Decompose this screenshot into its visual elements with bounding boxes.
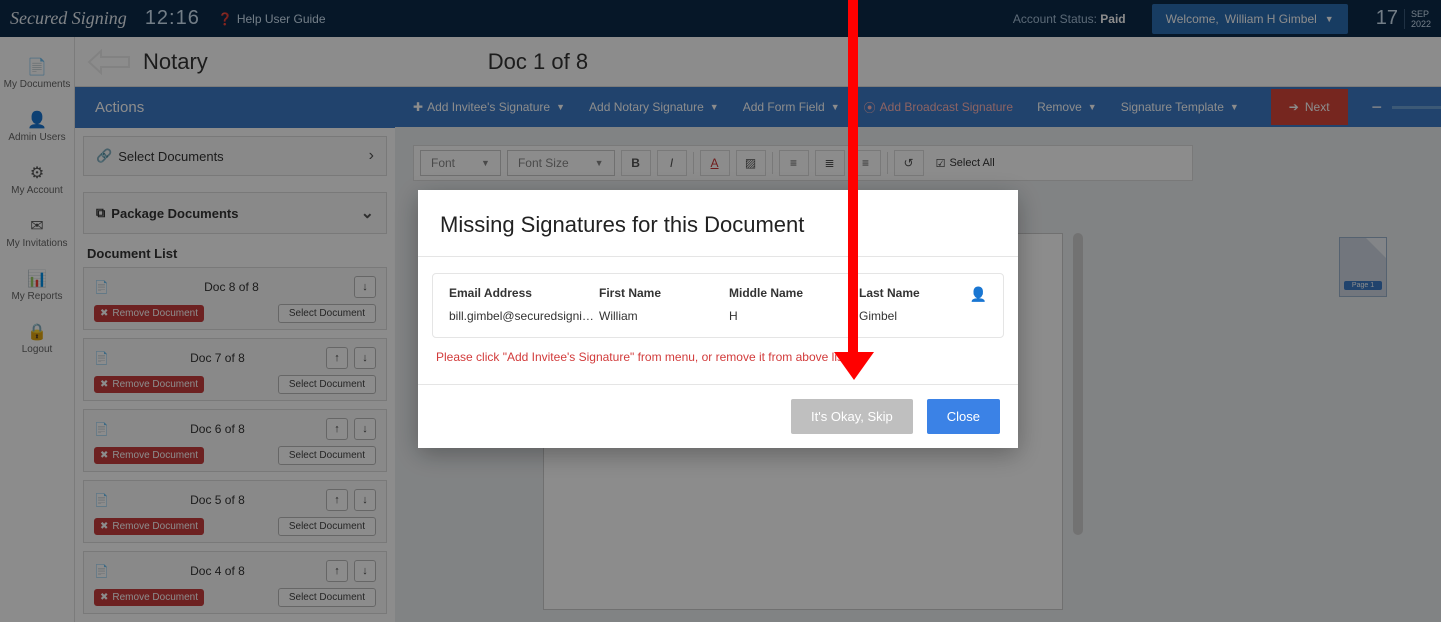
cell-last-name: Gimbel: [859, 309, 961, 323]
col-email: Email Address: [449, 286, 599, 303]
cell-middle-name: H: [729, 309, 859, 323]
skip-button[interactable]: It's Okay, Skip: [791, 399, 913, 434]
col-last-name: Last Name: [859, 286, 961, 303]
modal-title: Missing Signatures for this Document: [418, 190, 1018, 257]
cell-first-name: William: [599, 309, 729, 323]
cell-email: bill.gimbel@securedsigning.com: [449, 309, 599, 323]
close-button[interactable]: Close: [927, 399, 1000, 434]
modal-instruction: Please click "Add Invitee's Signature" f…: [432, 338, 1004, 378]
col-first-name: First Name: [599, 286, 729, 303]
missing-signatures-modal: Missing Signatures for this Document Ema…: [418, 190, 1018, 448]
col-middle-name: Middle Name: [729, 286, 859, 303]
person-icon: 👤: [961, 286, 987, 303]
signatures-table: Email Address First Name Middle Name Las…: [432, 273, 1004, 338]
